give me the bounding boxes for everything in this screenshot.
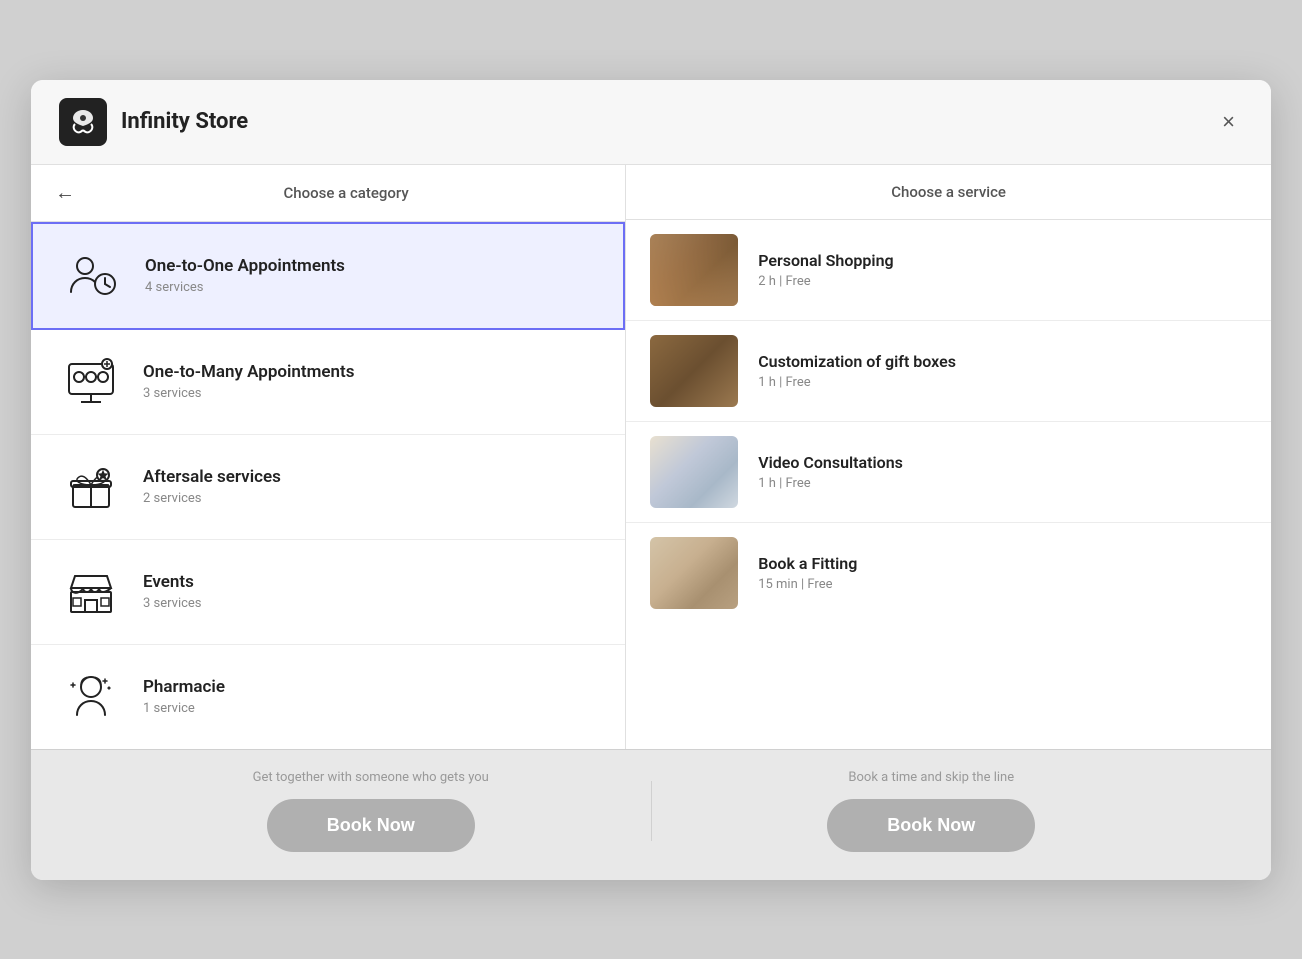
service-item-book-fitting[interactable]: Book a Fitting 15 min | Free	[626, 523, 1271, 623]
service-item-gift-boxes[interactable]: Customization of gift boxes 1 h | Free	[626, 321, 1271, 422]
category-text-events: Events 3 services	[143, 572, 202, 611]
back-button[interactable]: ←	[55, 183, 75, 203]
category-item-events[interactable]: Events 3 services	[31, 540, 625, 645]
page-wrapper: Infinity Store × ← Choose a category	[0, 0, 1302, 959]
category-icon-one-to-many	[59, 350, 123, 414]
service-name-personal-shopping: Personal Shopping	[758, 251, 893, 270]
modal-body: ← Choose a category	[31, 165, 1271, 749]
category-name-one-to-one: One-to-One Appointments	[145, 256, 345, 276]
service-thumb-gift-boxes	[650, 335, 738, 407]
service-meta-gift-boxes: 1 h | Free	[758, 375, 956, 390]
service-info-book-fitting: Book a Fitting 15 min | Free	[758, 554, 857, 592]
category-name-aftersale: Aftersale services	[143, 467, 281, 487]
service-list: Personal Shopping 2 h | Free Customizati…	[626, 220, 1271, 749]
footer-left-tagline: Get together with someone who gets you	[253, 770, 489, 785]
category-list: One-to-One Appointments 4 services	[31, 222, 625, 749]
book-now-button-left[interactable]: Book Now	[267, 799, 475, 852]
category-text-one-to-many: One-to-Many Appointments 3 services	[143, 362, 355, 401]
service-name-video-consultations: Video Consultations	[758, 453, 903, 472]
book-now-button-right[interactable]: Book Now	[827, 799, 1035, 852]
service-info-personal-shopping: Personal Shopping 2 h | Free	[758, 251, 893, 289]
logo-box	[59, 98, 107, 146]
left-panel: ← Choose a category	[31, 165, 626, 749]
footer-right-col: Book a time and skip the line Book Now	[652, 770, 1212, 852]
header-left: Infinity Store	[59, 98, 248, 146]
close-button[interactable]: ×	[1214, 107, 1243, 137]
category-item-one-to-many[interactable]: One-to-Many Appointments 3 services	[31, 330, 625, 435]
logo-icon	[67, 106, 99, 138]
service-item-video-consultations[interactable]: Video Consultations 1 h | Free	[626, 422, 1271, 523]
category-name-events: Events	[143, 572, 202, 592]
category-item-aftersale[interactable]: Aftersale services 2 services	[31, 435, 625, 540]
service-meta-personal-shopping: 2 h | Free	[758, 274, 893, 289]
left-panel-header: ← Choose a category	[31, 165, 625, 222]
category-count-one-to-many: 3 services	[143, 386, 355, 401]
category-count-aftersale: 2 services	[143, 491, 281, 506]
right-panel-title: Choose a service	[650, 183, 1247, 201]
category-icon-aftersale	[59, 455, 123, 519]
category-name-pharmacie: Pharmacie	[143, 677, 225, 697]
left-panel-title: Choose a category	[91, 184, 601, 202]
category-text-pharmacie: Pharmacie 1 service	[143, 677, 225, 716]
category-icon-events	[59, 560, 123, 624]
service-name-book-fitting: Book a Fitting	[758, 554, 857, 573]
footer-right-tagline: Book a time and skip the line	[848, 770, 1014, 785]
category-icon-pharmacie	[59, 665, 123, 729]
person-sparkle-icon	[63, 669, 119, 725]
category-count-events: 3 services	[143, 596, 202, 611]
service-info-video-consultations: Video Consultations 1 h | Free	[758, 453, 903, 491]
store-name: Infinity Store	[121, 109, 248, 134]
category-text-one-to-one: One-to-One Appointments 4 services	[145, 256, 345, 295]
service-info-gift-boxes: Customization of gift boxes 1 h | Free	[758, 352, 956, 390]
service-name-gift-boxes: Customization of gift boxes	[758, 352, 956, 371]
category-count-pharmacie: 1 service	[143, 701, 225, 716]
service-item-personal-shopping[interactable]: Personal Shopping 2 h | Free	[626, 220, 1271, 321]
category-icon-one-to-one	[61, 244, 125, 308]
person-clock-icon	[65, 248, 121, 304]
category-count-one-to-one: 4 services	[145, 280, 345, 295]
service-thumb-personal-shopping	[650, 234, 738, 306]
category-item-pharmacie[interactable]: Pharmacie 1 service	[31, 645, 625, 749]
store-icon	[63, 564, 119, 620]
right-panel: Choose a service Personal Shopping 2 h |…	[626, 165, 1271, 749]
footer-area: Get together with someone who gets you B…	[31, 749, 1271, 880]
service-thumb-book-fitting	[650, 537, 738, 609]
modal-header: Infinity Store ×	[31, 80, 1271, 165]
category-name-one-to-many: One-to-Many Appointments	[143, 362, 355, 382]
service-meta-video-consultations: 1 h | Free	[758, 476, 903, 491]
group-screen-icon	[63, 354, 119, 410]
service-thumb-video-consultations	[650, 436, 738, 508]
category-text-aftersale: Aftersale services 2 services	[143, 467, 281, 506]
category-item-one-to-one[interactable]: One-to-One Appointments 4 services	[31, 222, 625, 330]
gift-star-icon	[63, 459, 119, 515]
footer-left-col: Get together with someone who gets you B…	[91, 770, 651, 852]
modal: Infinity Store × ← Choose a category	[31, 80, 1271, 880]
service-meta-book-fitting: 15 min | Free	[758, 577, 857, 592]
right-panel-header: Choose a service	[626, 165, 1271, 220]
